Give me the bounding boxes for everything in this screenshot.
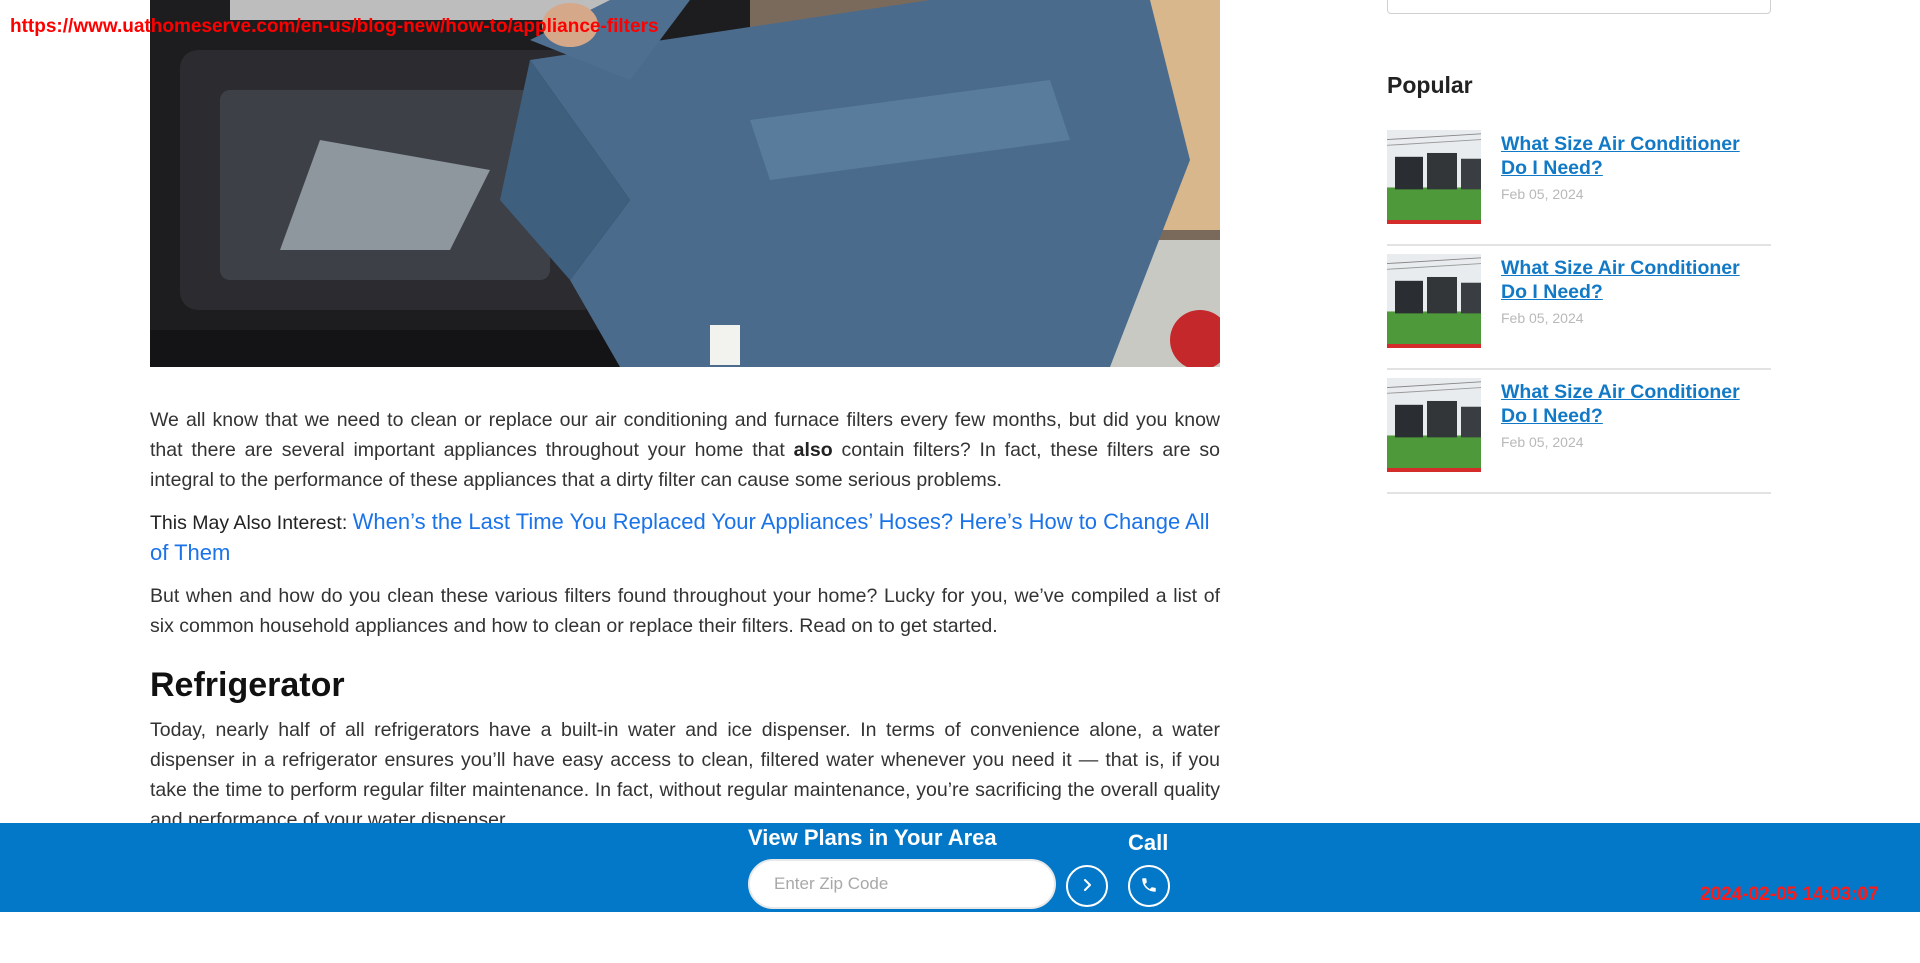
sidebar-title: Popular [1387,72,1473,98]
popular-sidebar: Popular What Size Air Conditioner Do I N… [1387,68,1771,494]
popular-post[interactable]: What Size Air Conditioner Do I Need? Feb… [1387,246,1771,370]
url-overlay: https://www.uathomeserve.com/en-us/blog-… [10,16,659,37]
popular-post-date: Feb 05, 2024 [1501,186,1584,202]
popular-post-title[interactable]: What Size Air Conditioner Do I Need? [1501,380,1771,428]
article-hero-image [150,0,1220,367]
popular-post-title[interactable]: What Size Air Conditioner Do I Need? [1501,256,1771,304]
zip-code-input[interactable] [748,859,1056,909]
popular-post-date: Feb 05, 2024 [1501,310,1584,326]
sidebar-search-box[interactable] [1387,0,1771,14]
popular-post-date: Feb 05, 2024 [1501,434,1584,450]
related-article-callout: This May Also Interest: When’s the Last … [150,507,1220,569]
emphasis-text: also [793,439,833,461]
article-body: We all know that we need to clean or rep… [150,405,1220,847]
capture-timestamp: 2024-02-05 14:03:07 [1700,884,1879,905]
call-button[interactable] [1128,865,1170,907]
chevron-right-icon [1080,878,1094,895]
zip-submit-button[interactable] [1066,865,1108,907]
related-article-label: This May Also Interest: [150,512,353,534]
post-thumbnail[interactable] [1387,254,1481,348]
article-paragraph: We all know that we need to clean or rep… [150,405,1220,495]
article-paragraph: But when and how do you clean these vari… [150,585,1220,637]
phone-icon [1140,876,1158,897]
article-paragraph: Today, nearly half of all refrigerators … [150,719,1220,831]
call-label: Call [1128,830,1169,855]
post-thumbnail[interactable] [1387,130,1481,224]
popular-post-title[interactable]: What Size Air Conditioner Do I Need? [1501,132,1771,180]
view-plans-bar: View Plans in Your Area Call [0,823,1920,912]
popular-post[interactable]: What Size Air Conditioner Do I Need? Feb… [1387,370,1771,494]
post-thumbnail[interactable] [1387,378,1481,472]
section-heading: Refrigerator [150,666,345,704]
view-plans-label: View Plans in Your Area [748,825,997,850]
popular-post[interactable]: What Size Air Conditioner Do I Need? Feb… [1387,122,1771,246]
